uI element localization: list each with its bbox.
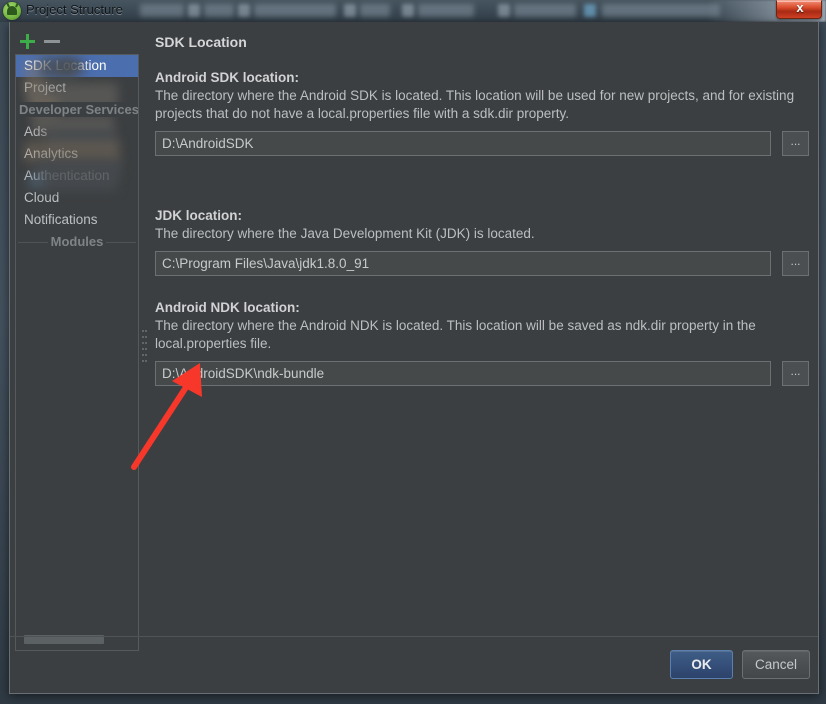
sidebar-modules-obscured <box>18 55 138 215</box>
jdk-location-label: JDK location: <box>155 208 243 223</box>
android-ndk-location-browse-button[interactable]: ... <box>782 361 809 386</box>
window-titlebar[interactable]: Project Structure x <box>0 0 826 22</box>
panel-splitter-handle[interactable] <box>141 322 148 382</box>
field-group-android-ndk-location: Android NDK location: The directory wher… <box>155 300 809 386</box>
cancel-button[interactable]: Cancel <box>742 650 810 679</box>
jdk-location-input[interactable]: C:\Program Files\Java\jdk1.8.0_91 <box>155 251 771 276</box>
android-ndk-location-label: Android NDK location: <box>155 300 300 315</box>
android-sdk-location-browse-button[interactable]: ... <box>782 131 809 156</box>
android-sdk-location-description: The directory where the Android SDK is l… <box>155 88 795 121</box>
close-button[interactable]: x <box>776 0 822 19</box>
sidebar-group-label: Modules <box>47 234 107 249</box>
ok-button[interactable]: OK <box>670 650 733 679</box>
field-group-jdk-location: JDK location: The directory where the Ja… <box>155 208 809 276</box>
sidebar-toolbar <box>15 28 139 54</box>
sidebar-list: SDK Location Project Developer Services … <box>15 54 139 651</box>
android-ndk-location-description: The directory where the Android NDK is l… <box>155 318 756 351</box>
remove-module-button[interactable] <box>42 32 62 50</box>
sidebar-group-modules: Modules <box>16 231 138 253</box>
window-title: Project Structure <box>26 2 123 17</box>
sidebar-group-label: Developer Services <box>16 102 138 117</box>
close-icon: x <box>796 0 804 15</box>
android-ndk-location-input[interactable]: D:\AndroidSDK\ndk-bundle <box>155 361 771 386</box>
page-title: SDK Location <box>155 34 247 50</box>
android-sdk-location-input[interactable]: D:\AndroidSDK <box>155 131 771 156</box>
jdk-location-description: The directory where the Java Development… <box>155 226 535 241</box>
add-module-button[interactable] <box>17 32 37 50</box>
dialog-footer: OK Cancel <box>10 637 818 693</box>
android-sdk-location-label: Android SDK location: <box>155 70 299 85</box>
sdk-location-panel: SDK Location Android SDK location: The d… <box>149 28 815 652</box>
project-structure-dialog: SDK Location Project Developer Services … <box>9 22 819 694</box>
jdk-location-browse-button[interactable]: ... <box>782 251 809 276</box>
field-group-android-sdk-location: Android SDK location: The directory wher… <box>155 70 809 156</box>
android-studio-icon <box>3 2 21 20</box>
